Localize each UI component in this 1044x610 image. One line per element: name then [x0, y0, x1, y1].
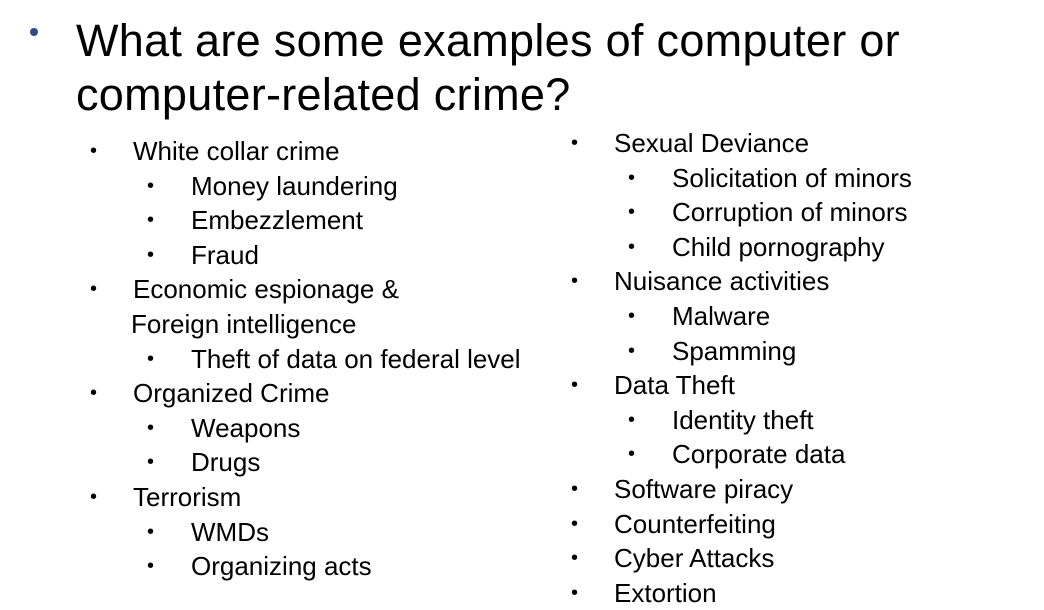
sub-bullet-item: • Corporate data	[571, 437, 1031, 472]
bullet-label: Software piracy	[614, 473, 794, 504]
bullet-icon: •	[147, 174, 155, 197]
bullet-label: Embezzlement	[191, 205, 363, 236]
bullet-icon: •	[147, 520, 155, 543]
bullet-label: Fraud	[191, 239, 259, 270]
bullet-label: Weapons	[191, 412, 301, 443]
bullet-icon: •	[628, 201, 636, 224]
bullet-label: Counterfeiting	[614, 508, 776, 539]
bullet-label: Money laundering	[191, 170, 398, 201]
page-title: What are some examples of computer or co…	[76, 15, 900, 120]
bullet-icon: •	[571, 581, 579, 604]
bullet-label: Nuisance activities	[614, 266, 830, 297]
bullet-icon: •	[90, 278, 98, 301]
sub-bullet-item: • Solicitation of minors	[571, 161, 1031, 196]
sub-bullet-item: • Fraud	[90, 238, 560, 273]
slide-title: What are some examples of computer or co…	[30, 14, 1030, 122]
bullet-icon: •	[147, 416, 155, 439]
bullet-icon: •	[571, 374, 579, 397]
sub-bullet-item: • Corruption of minors	[571, 195, 1031, 230]
bullet-icon: •	[90, 485, 98, 508]
bullet-icon: •	[571, 270, 579, 293]
right-bullet-list: • Sexual Deviance • Solicitation of minors •…	[571, 126, 1031, 610]
bullet-icon: •	[147, 451, 155, 474]
bullet-item: Foreign intelligence	[90, 307, 560, 342]
bullet-item: • Terrorism	[90, 480, 560, 515]
sub-bullet-item: • Malware	[571, 299, 1031, 334]
bullet-label: WMDs	[191, 516, 269, 547]
sub-bullet-item: • Embezzlement	[90, 203, 560, 238]
sub-bullet-item: • Drugs	[90, 445, 560, 480]
bullet-icon: •	[628, 408, 636, 431]
bullet-label: Organized Crime	[133, 378, 330, 409]
bullet-icon: •	[90, 140, 98, 162]
bullet-label: White collar crime	[133, 136, 340, 166]
bullet-label: Identity theft	[672, 404, 814, 435]
sub-bullet-item: • Money laundering	[90, 169, 560, 204]
bullet-item: • Data Theft	[571, 368, 1031, 403]
bullet-icon: •	[571, 477, 579, 500]
sub-bullet-item: • Organizing acts	[90, 549, 560, 584]
bullet-item: • Economic espionage &	[90, 272, 560, 307]
bullet-item: • Counterfeiting	[571, 507, 1031, 542]
bullet-label: Foreign intelligence	[131, 308, 357, 339]
bullet-icon: •	[628, 443, 636, 466]
bullet-label: Corporate data	[672, 439, 846, 470]
bullet-icon: •	[571, 132, 579, 154]
bullet-label: Data Theft	[614, 370, 735, 401]
bullet-icon: •	[628, 166, 636, 189]
bullet-icon: •	[147, 555, 155, 578]
bullet-item: • Cyber Attacks	[571, 541, 1031, 576]
title-bullet-icon	[30, 28, 38, 36]
bullet-label: Malware	[672, 300, 771, 331]
bullet-icon: •	[90, 382, 98, 405]
bullet-label: Corruption of minors	[672, 197, 908, 228]
bullet-label: Economic espionage &	[133, 274, 399, 305]
bullet-item: • Organized Crime	[90, 376, 560, 411]
bullet-item: • Nuisance activities	[571, 264, 1031, 299]
bullet-item: • Sexual Deviance	[571, 126, 1031, 161]
bullet-icon: •	[628, 235, 636, 258]
sub-bullet-item: • Theft of data on federal level	[90, 342, 560, 377]
left-bullet-list: • White collar crime • Money laundering • Emb…	[90, 134, 560, 584]
bullet-item: • Extortion	[571, 576, 1031, 610]
bullet-label: Child pornography	[672, 231, 885, 262]
bullet-icon: •	[628, 339, 636, 362]
sub-bullet-item: • Spamming	[571, 334, 1031, 369]
bullet-label: Terrorism	[133, 481, 242, 512]
bullet-label: Sexual Deviance	[614, 128, 810, 158]
bullet-icon: •	[628, 304, 636, 327]
bullet-icon: •	[147, 243, 155, 266]
bullet-item: • Software piracy	[571, 472, 1031, 507]
bullet-label: Spamming	[672, 335, 797, 366]
bullet-icon: •	[147, 347, 155, 370]
bullet-label: Solicitation of minors	[672, 162, 912, 193]
bullet-icon: •	[571, 512, 579, 535]
bullet-label: Theft of data on federal level	[191, 343, 521, 374]
bullet-icon: •	[571, 547, 579, 570]
bullet-label: Cyber Attacks	[614, 543, 775, 574]
bullet-label: Organizing acts	[191, 551, 372, 582]
bullet-label: Extortion	[614, 577, 717, 608]
sub-bullet-item: • Weapons	[90, 411, 560, 446]
sub-bullet-item: • WMDs	[90, 515, 560, 550]
sub-bullet-item: • Identity theft	[571, 403, 1031, 438]
bullet-item: • White collar crime	[90, 134, 560, 169]
bullet-label: Drugs	[191, 447, 261, 478]
bullet-icon: •	[147, 209, 155, 232]
sub-bullet-item: • Child pornography	[571, 230, 1031, 265]
